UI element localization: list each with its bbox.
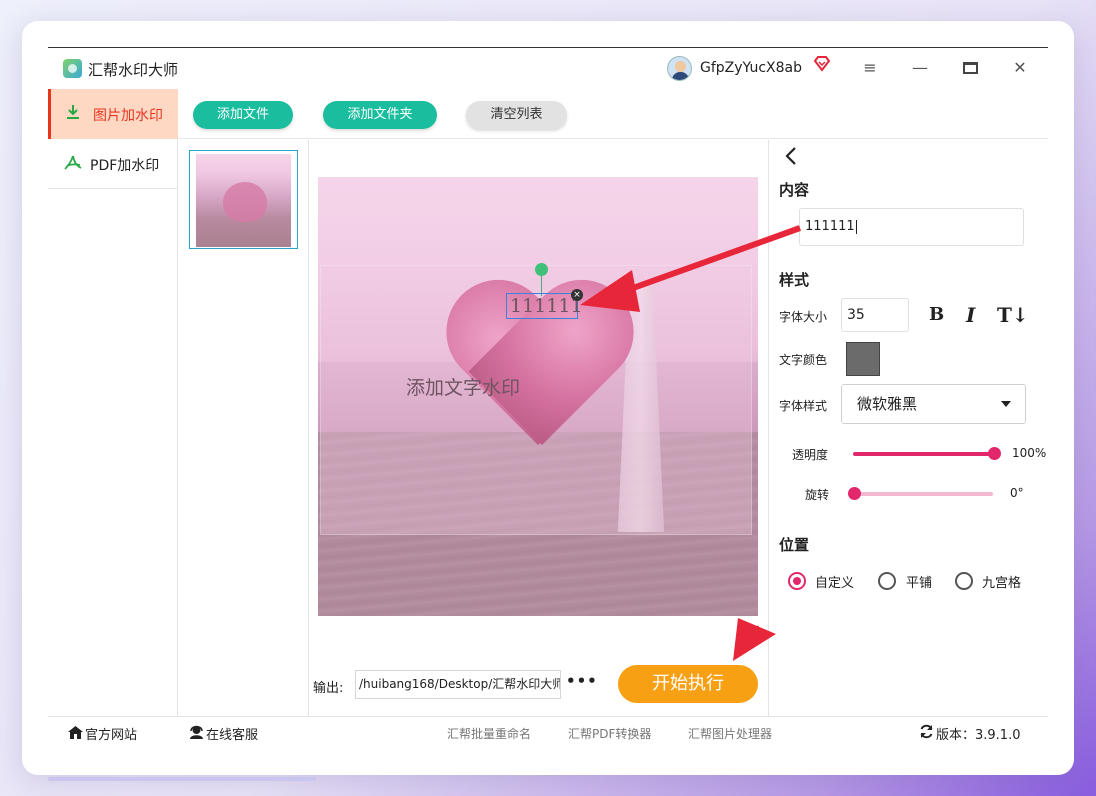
add-folder-button[interactable]: 添加文件夹: [323, 101, 437, 129]
image-preview[interactable]: 添加文字水印 111111 ×: [318, 177, 758, 616]
opacity-slider-thumb[interactable]: [988, 447, 1001, 460]
footer: 官方网站 在线客服 汇帮批量重命名 汇帮PDF转换器 汇帮图片处理器 版本：3.…: [48, 716, 1048, 746]
online-service-link[interactable]: 在线客服: [189, 724, 258, 743]
footer-link-image[interactable]: 汇帮图片处理器: [688, 725, 772, 742]
opacity-label: 透明度: [792, 448, 829, 462]
app-window: 汇帮水印大师 GfpZyYucX8ab ≡ — ✕ 图片加水印 PDF加水印 添…: [48, 47, 1048, 745]
back-arrow-icon[interactable]: [784, 144, 798, 172]
user-avatar[interactable]: [667, 56, 692, 81]
version-info[interactable]: 版本：3.9.1.0: [919, 724, 1020, 743]
output-path-field[interactable]: /huibang168/Desktop/汇帮水印大师: [355, 670, 561, 699]
rotate-slider[interactable]: [853, 492, 993, 496]
username[interactable]: GfpZyYucX8ab: [700, 60, 802, 76]
refresh-icon: [919, 724, 934, 743]
online-service-label: 在线客服: [206, 728, 259, 743]
radio-tile-label[interactable]: 平铺: [906, 572, 932, 591]
settings-panel: 内容 111111 样式 字体大小 35 B I T↓ 文字颜色 字体样式 微软…: [768, 140, 1048, 716]
toolbar: 添加文件 添加文件夹 清空列表: [179, 89, 1048, 139]
headset-icon: [189, 725, 204, 743]
italic-button[interactable]: I: [966, 303, 975, 327]
delete-watermark-icon[interactable]: ×: [571, 289, 583, 301]
sidebar-item-label: PDF加水印: [90, 158, 160, 174]
font-family-value: 微软雅黑: [857, 395, 918, 413]
radio-custom-label[interactable]: 自定义: [815, 572, 854, 591]
title-bar: 汇帮水印大师 GfpZyYucX8ab ≡ — ✕: [48, 48, 1048, 88]
home-icon: [68, 726, 83, 743]
thumbnail-image: [196, 154, 291, 247]
start-button[interactable]: 开始执行: [618, 665, 758, 703]
sidebar: 图片加水印 PDF加水印: [48, 89, 178, 716]
default-text-watermark[interactable]: 添加文字水印: [406, 373, 520, 400]
more-options-button[interactable]: •••: [566, 672, 598, 690]
thumbnail-heart: [223, 182, 267, 222]
add-file-button[interactable]: 添加文件: [193, 101, 293, 129]
clear-list-button[interactable]: 清空列表: [466, 101, 567, 129]
radio-tile[interactable]: [878, 572, 896, 590]
text-watermark-box[interactable]: 111111 ×: [506, 289, 583, 319]
version-label: 版本：3.9.1.0: [936, 728, 1021, 743]
content-section-title: 内容: [779, 181, 810, 199]
maximize-icon[interactable]: [958, 56, 982, 80]
font-style-label: 字体样式: [779, 399, 828, 413]
font-size-label: 字体大小: [779, 310, 828, 324]
font-color-label: 文字颜色: [779, 353, 828, 367]
image-thumbnail[interactable]: [189, 150, 298, 249]
font-color-swatch[interactable]: [846, 342, 880, 376]
rotate-value: 0°: [1010, 486, 1024, 500]
content-input-value: 111111: [805, 219, 855, 234]
position-section-title: 位置: [779, 536, 810, 554]
opacity-slider[interactable]: [853, 452, 993, 456]
official-site-link[interactable]: 官方网站: [68, 724, 137, 743]
opacity-value: 100%: [1012, 446, 1047, 460]
font-family-select[interactable]: 微软雅黑: [841, 384, 1026, 424]
close-icon[interactable]: ✕: [1008, 56, 1032, 80]
vertical-text-button[interactable]: T↓: [997, 303, 1029, 327]
sidebar-item-label: 图片加水印: [93, 108, 163, 124]
sidebar-item-pdf-watermark[interactable]: PDF加水印: [48, 139, 178, 189]
output-label: 输出:: [313, 681, 344, 696]
minimize-icon[interactable]: —: [908, 56, 932, 80]
style-section-title: 样式: [779, 271, 810, 289]
rotate-handle[interactable]: [535, 263, 548, 276]
app-logo-icon: [63, 59, 82, 78]
app-title: 汇帮水印大师: [88, 61, 179, 79]
font-size-input[interactable]: 35: [841, 298, 909, 332]
official-site-label: 官方网站: [85, 728, 138, 743]
watermark-content-input[interactable]: 111111: [799, 208, 1024, 246]
horizontal-scrollbar[interactable]: [48, 777, 316, 781]
text-caret: [855, 219, 857, 234]
radio-grid[interactable]: [955, 572, 973, 590]
rotate-label: 旋转: [805, 488, 830, 502]
radio-grid-label[interactable]: 九宫格: [982, 572, 1021, 591]
footer-link-pdf[interactable]: 汇帮PDF转换器: [568, 725, 651, 742]
menu-icon[interactable]: ≡: [858, 56, 882, 80]
download-icon: [66, 104, 80, 124]
footer-link-rename[interactable]: 汇帮批量重命名: [447, 725, 531, 742]
rotate-slider-thumb[interactable]: [848, 487, 861, 500]
bold-button[interactable]: B: [929, 304, 944, 325]
radio-custom[interactable]: [788, 572, 806, 590]
chevron-down-icon: [1001, 401, 1011, 407]
sidebar-item-image-watermark[interactable]: 图片加水印: [48, 89, 178, 139]
file-list: [179, 140, 309, 716]
vip-diamond-icon[interactable]: [813, 56, 831, 77]
pdf-icon: [64, 154, 82, 176]
